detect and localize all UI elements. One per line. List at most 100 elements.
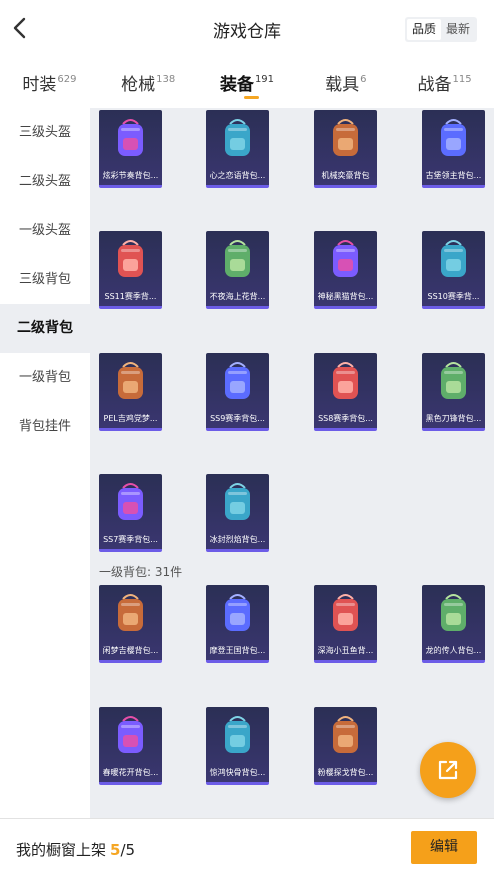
tab-count: 6 (360, 74, 367, 85)
item-card[interactable]: 古堡领主背包... (422, 110, 485, 188)
tab-label: 载具 (325, 75, 360, 95)
tab-count: 191 (254, 74, 275, 85)
section-title: 一级背包: 31件 (99, 565, 183, 579)
tab-count: 115 (452, 74, 472, 85)
external-link-icon (438, 760, 458, 780)
item-card[interactable]: 不夜海上花背... (206, 231, 269, 309)
showcase-status: 我的橱窗上架 5/5 (16, 839, 135, 860)
item-name: 粉樱探戈背包... (317, 768, 374, 777)
item-name: 炫彩节奏背包... (102, 171, 159, 180)
item-name: 心之恋语背包... (209, 171, 266, 180)
sidebar-item-level2-helmet[interactable]: 二级头盔 (0, 157, 90, 206)
backpack-icon (333, 119, 358, 156)
item-card[interactable]: SS11赛季背... (99, 231, 162, 309)
tab-label: 时装 (22, 75, 57, 95)
backpack-icon (118, 362, 143, 399)
item-card[interactable]: 惊鸿快骨背包... (206, 707, 269, 785)
item-name: 摩登王国背包... (209, 646, 266, 655)
sidebar-item-level2-backpack[interactable]: 二级背包 (0, 304, 90, 353)
backpack-icon (333, 240, 358, 277)
item-name: 黑色刀锋背包... (425, 414, 482, 423)
backpack-icon (118, 240, 143, 277)
item-name: SS11赛季背... (104, 292, 157, 301)
sidebar-item-level3-backpack[interactable]: 三级背包 (0, 255, 90, 304)
backpack-icon (333, 594, 358, 631)
item-name: SS9赛季背包... (210, 414, 265, 423)
item-name: 龙的传人背包... (425, 646, 482, 655)
tab-fashion[interactable]: 时装629 (0, 60, 99, 106)
item-card[interactable]: 摩登王国背包... (206, 585, 269, 663)
item-card[interactable]: 粉樱探戈背包... (314, 707, 377, 785)
item-card[interactable]: 闲梦吉樱背包... (99, 585, 162, 663)
item-grid: 一级背包: 31件 炫彩节奏背包... 心之恋语背包... 机械奕豪背包 古堡领主背包… (90, 108, 494, 818)
item-name: SS10赛季背... (427, 292, 480, 301)
tab-vehicles[interactable]: 载具6 (296, 60, 395, 106)
item-name: SS7赛季背包... (103, 535, 158, 544)
item-card[interactable]: PEL吉鸡党梦... (99, 353, 162, 431)
sidebar-item-level1-backpack[interactable]: 一级背包 (0, 353, 90, 402)
item-name: 神秘黑猫背包... (317, 292, 374, 301)
tab-equipment[interactable]: 装备191 (198, 60, 297, 106)
sort-quality-button[interactable]: 品质 (407, 19, 441, 40)
showcase-label: 我的橱窗上架 (16, 841, 107, 859)
item-card[interactable]: 龙的传人背包... (422, 585, 485, 663)
backpack-icon (225, 240, 250, 277)
item-name: PEL吉鸡党梦... (103, 414, 158, 423)
sort-newest-button[interactable]: 最新 (441, 19, 475, 40)
backpack-icon (333, 362, 358, 399)
backpack-icon (225, 594, 250, 631)
item-name: 春暖花开背包... (102, 768, 159, 777)
item-card[interactable]: SS7赛季背包... (99, 474, 162, 552)
edit-button[interactable]: 编辑 (411, 831, 477, 864)
category-tabs: 时装629 枪械138 装备191 载具6 战备115 (0, 60, 494, 106)
backpack-icon (441, 119, 466, 156)
showcase-total-count: 5 (125, 841, 136, 859)
item-card[interactable]: SS8赛季背包... (314, 353, 377, 431)
backpack-icon (225, 119, 250, 156)
sort-toggle: 品质 最新 (405, 17, 477, 42)
backpack-icon (225, 716, 250, 753)
backpack-icon (225, 483, 250, 520)
item-card[interactable]: 炫彩节奏背包... (99, 110, 162, 188)
backpack-icon (441, 240, 466, 277)
tab-label: 装备 (219, 75, 254, 95)
item-name: 不夜海上花背... (209, 292, 266, 301)
footer: 我的橱窗上架 5/5 编辑 (0, 818, 494, 875)
item-card[interactable]: 冰封烈焰背包... (206, 474, 269, 552)
item-name: 惊鸿快骨背包... (209, 768, 266, 777)
active-tab-indicator (244, 96, 259, 99)
tab-supplies[interactable]: 战备115 (395, 60, 494, 106)
item-name: 古堡领主背包... (425, 171, 482, 180)
item-name: 深海小丑鱼背... (317, 646, 374, 655)
item-name: 机械奕豪背包 (321, 171, 370, 180)
sidebar-item-level1-helmet[interactable]: 一级头盔 (0, 206, 90, 255)
tab-count: 138 (156, 74, 176, 85)
item-name: 冰封烈焰背包... (209, 535, 266, 544)
backpack-icon (441, 362, 466, 399)
backpack-icon (118, 119, 143, 156)
share-button[interactable] (420, 742, 476, 798)
tab-label: 战备 (417, 75, 452, 95)
sidebar-item-level3-helmet[interactable]: 三级头盔 (0, 108, 90, 157)
item-name: SS8赛季背包... (318, 414, 373, 423)
sidebar: 三级头盔 二级头盔 一级头盔 三级背包 二级背包 一级背包 背包挂件 (0, 108, 90, 818)
item-card[interactable]: 春暖花开背包... (99, 707, 162, 785)
item-card[interactable]: 黑色刀锋背包... (422, 353, 485, 431)
tab-label: 枪械 (121, 75, 156, 95)
item-card[interactable]: 神秘黑猫背包... (314, 231, 377, 309)
header: 游戏仓库 品质 最新 (0, 0, 494, 58)
backpack-icon (118, 483, 143, 520)
tab-count: 629 (57, 74, 77, 85)
item-card[interactable]: 心之恋语背包... (206, 110, 269, 188)
backpack-icon (333, 716, 358, 753)
item-card[interactable]: 机械奕豪背包 (314, 110, 377, 188)
item-card[interactable]: SS10赛季背... (422, 231, 485, 309)
backpack-icon (225, 362, 250, 399)
backpack-icon (118, 716, 143, 753)
tab-weapons[interactable]: 枪械138 (99, 60, 198, 106)
backpack-icon (118, 594, 143, 631)
item-card[interactable]: 深海小丑鱼背... (314, 585, 377, 663)
item-card[interactable]: SS9赛季背包... (206, 353, 269, 431)
item-name: 闲梦吉樱背包... (102, 646, 159, 655)
sidebar-item-backpack-pendant[interactable]: 背包挂件 (0, 402, 90, 451)
